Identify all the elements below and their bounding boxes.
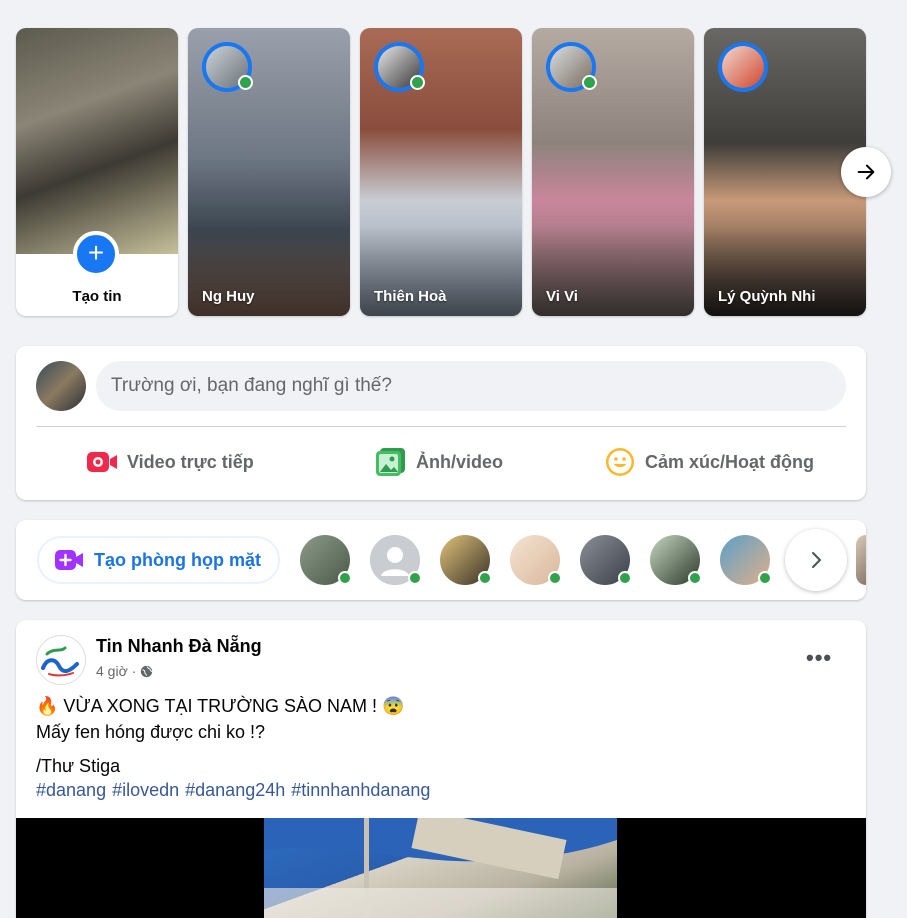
stories-row: + Tạo tin Ng Huy Thiên Hoà Vi Vi Lý Quỳn… <box>16 28 866 316</box>
story-avatar <box>718 42 768 92</box>
online-indicator <box>410 75 425 90</box>
plus-icon[interactable]: + <box>73 231 119 277</box>
hashtag-link[interactable]: #tinnhanhdanang <box>291 780 430 801</box>
contact-avatar[interactable] <box>650 535 702 585</box>
online-indicator <box>582 75 597 90</box>
rooms-next-button[interactable] <box>785 529 847 591</box>
hashtags: #danang #ilovedn #danang24h #tinnhanhdan… <box>36 780 430 801</box>
create-story-label: Tạo tin <box>72 288 122 305</box>
online-indicator <box>618 571 632 585</box>
feeling-activity-label: Cảm xúc/Hoạt động <box>645 451 815 472</box>
contact-avatar[interactable] <box>300 535 352 585</box>
online-indicator <box>238 75 253 90</box>
live-video-button[interactable]: Video trực tiếp <box>86 444 254 480</box>
composer-input[interactable]: Trường ơi, bạn đang nghĩ gì thế? <box>96 361 846 411</box>
contact-avatar[interactable] <box>580 535 632 585</box>
photo-video-button[interactable]: Ảnh/video <box>375 444 503 480</box>
photo-video-icon <box>376 448 405 476</box>
hashtag-link[interactable]: #ilovedn <box>112 780 179 801</box>
post-media[interactable] <box>16 818 866 918</box>
user-avatar[interactable] <box>36 361 86 411</box>
hashtag-link[interactable]: #danang24h <box>185 780 285 801</box>
more-options-icon[interactable]: ••• <box>806 645 832 671</box>
globe-icon <box>141 665 153 677</box>
post-line: /Thư Stiga <box>36 756 121 776</box>
create-room-label: Tạo phòng họp mặt <box>94 549 261 570</box>
hashtag-link[interactable]: #danang <box>36 780 106 801</box>
post-time[interactable]: 4 giờ <box>96 663 128 679</box>
story-card[interactable]: Ng Huy <box>188 28 350 316</box>
feed-post: Tin Nhanh Đà Nẵng 4 giờ · ••• 🔥 VỪA XONG… <box>16 620 866 918</box>
story-name: Vi Vi <box>546 288 578 305</box>
story-card[interactable]: Thiên Hoà <box>360 28 522 316</box>
story-name: Lý Quỳnh Nhi <box>718 288 816 305</box>
contact-avatar[interactable] <box>370 535 422 585</box>
create-room-button[interactable]: Tạo phòng họp mặt <box>37 536 280 584</box>
post-composer: Trường ơi, bạn đang nghĩ gì thế? Video t… <box>16 346 866 500</box>
online-indicator <box>758 571 772 585</box>
stories-next-button[interactable] <box>841 147 891 197</box>
contact-avatar[interactable] <box>720 535 772 585</box>
page-avatar[interactable] <box>36 635 86 685</box>
post-line: Mấy fen hóng được chi ko !? <box>36 722 265 742</box>
contact-avatar[interactable] <box>440 535 492 585</box>
photo-video-label: Ảnh/video <box>416 451 504 472</box>
contact-avatar[interactable] <box>856 535 866 585</box>
online-indicator <box>408 571 422 585</box>
online-indicator <box>478 571 492 585</box>
contact-avatar[interactable] <box>510 535 562 585</box>
online-indicator <box>548 571 562 585</box>
online-indicator <box>338 571 352 585</box>
live-video-icon <box>87 452 117 472</box>
divider <box>36 426 846 427</box>
feeling-activity-button[interactable]: Cảm xúc/Hoạt động <box>604 444 814 480</box>
umbrella-graphic <box>264 818 617 918</box>
rooms-bar: Tạo phòng họp mặt <box>16 520 866 600</box>
feeling-activity-icon <box>606 448 634 476</box>
page-logo-icon <box>41 646 79 677</box>
story-name: Ng Huy <box>202 288 255 305</box>
page-name[interactable]: Tin Nhanh Đà Nẵng <box>96 636 262 657</box>
chevron-right-icon <box>812 552 821 568</box>
live-video-label: Video trực tiếp <box>127 451 254 472</box>
create-story-photo <box>16 28 178 254</box>
post-line: 🔥 VỪA XONG TẠI TRƯỜNG SÀO NAM ! 😨 <box>36 696 405 716</box>
post-image <box>264 818 617 918</box>
post-meta: 4 giờ · <box>96 663 153 679</box>
arrow-right-icon <box>857 164 875 180</box>
create-story-card[interactable]: + Tạo tin <box>16 28 178 316</box>
story-card[interactable]: Vi Vi <box>532 28 694 316</box>
video-plus-icon <box>55 550 83 570</box>
story-name: Thiên Hoà <box>374 288 447 305</box>
online-indicator <box>688 571 702 585</box>
